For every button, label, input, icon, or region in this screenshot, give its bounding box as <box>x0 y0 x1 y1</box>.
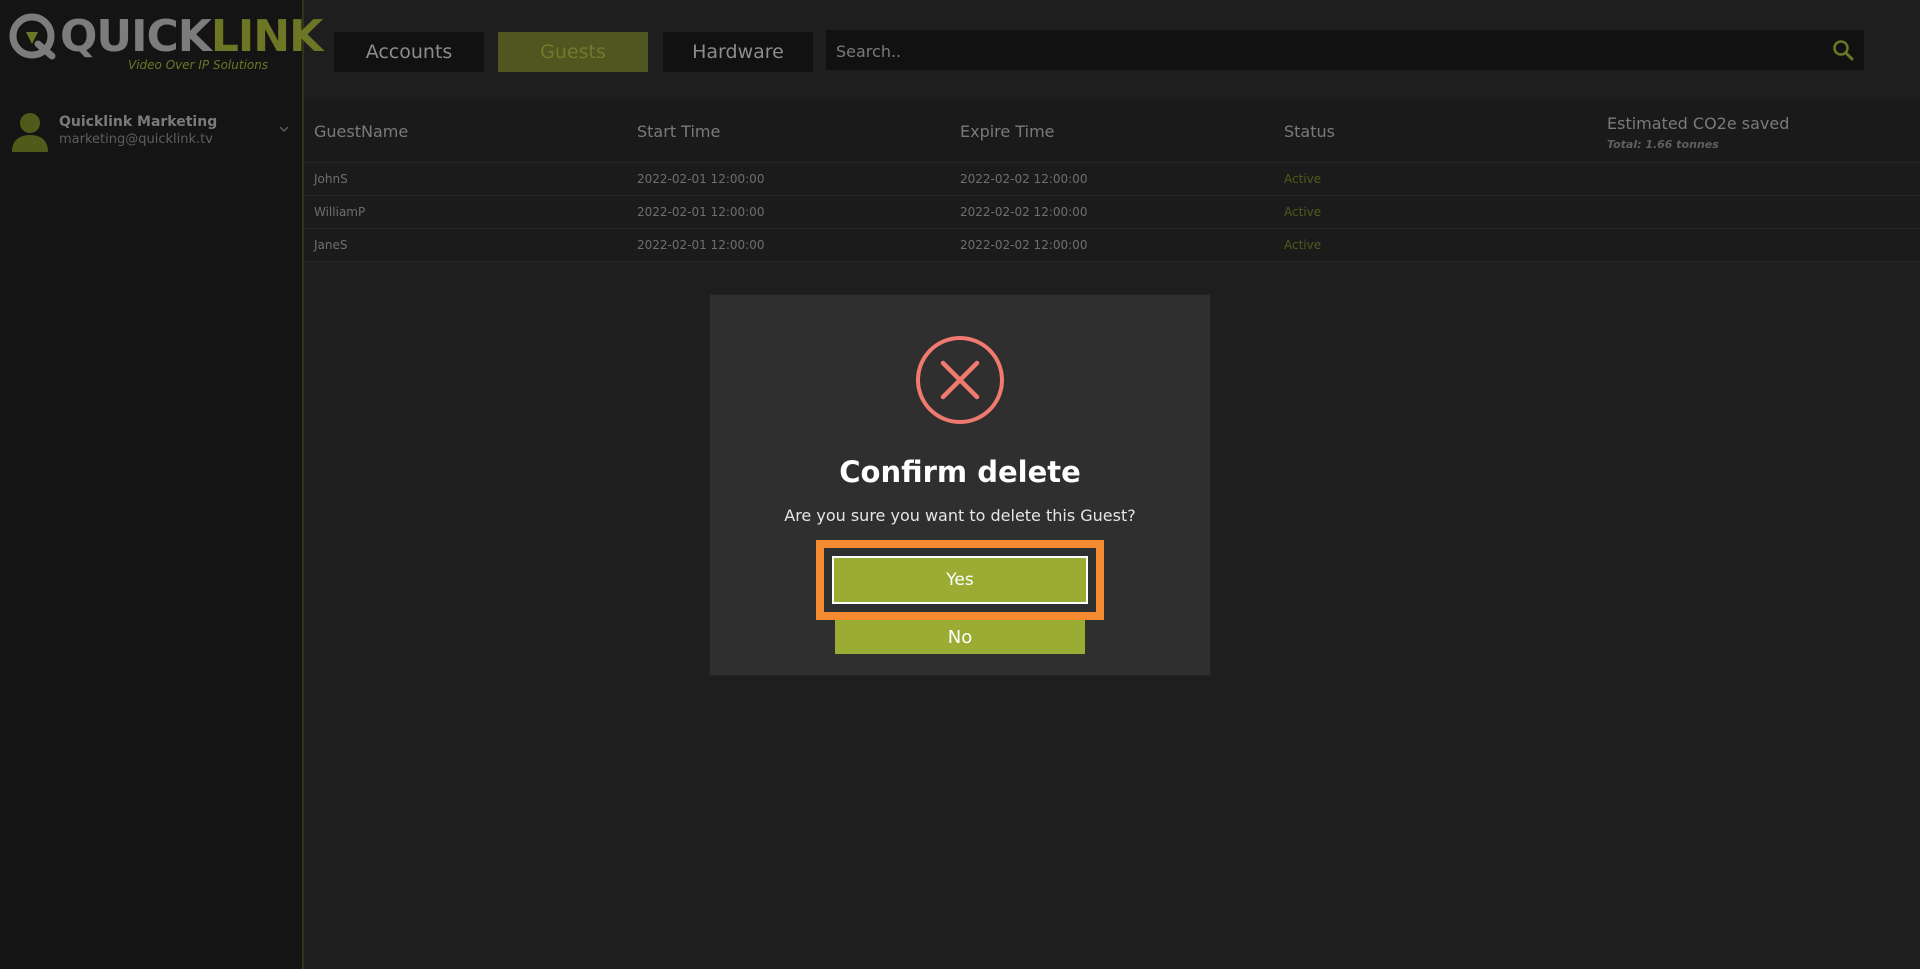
user-avatar-icon <box>12 113 48 152</box>
tab-guests[interactable]: Guests <box>498 32 648 72</box>
logo-word-quick: QUICK <box>60 11 212 62</box>
user-email: marketing@quicklink.tv <box>59 132 213 147</box>
tab-accounts[interactable]: Accounts <box>334 32 484 72</box>
no-button[interactable]: No <box>835 620 1085 654</box>
column-header-expire-time[interactable]: Expire Time <box>960 122 1055 141</box>
guest-name-cell: WilliamP <box>314 205 366 219</box>
yes-button-highlight: Yes <box>816 540 1104 620</box>
guests-table: GuestName Start Time Expire Time Status … <box>304 100 1920 262</box>
logo-word-link: LINK <box>210 11 323 62</box>
table-row[interactable]: JohnS 2022-02-01 12:00:00 2022-02-02 12:… <box>304 163 1920 196</box>
sidebar: QUICKLINK Video Over IP Solutions Quickl… <box>0 0 323 969</box>
column-header-co2[interactable]: Estimated CO2e saved <box>1607 114 1789 133</box>
tab-hardware[interactable]: Hardware <box>663 32 813 72</box>
user-name: Quicklink Marketing <box>59 114 218 130</box>
status-cell: Active <box>1284 238 1322 252</box>
co2-total: Total: 1.66 tonnes <box>1607 138 1719 151</box>
column-header-start-time[interactable]: Start Time <box>637 122 720 141</box>
guest-name-cell: JohnS <box>314 172 348 186</box>
tab-accounts-label: Accounts <box>365 41 453 63</box>
start-time-cell: 2022-02-01 12:00:00 <box>637 172 765 186</box>
search-input[interactable] <box>826 30 1818 72</box>
logo-mark-icon <box>9 13 56 60</box>
yes-button[interactable]: Yes <box>832 556 1088 604</box>
expire-time-cell: 2022-02-02 12:00:00 <box>960 205 1088 219</box>
column-header-status[interactable]: Status <box>1284 122 1335 141</box>
status-cell: Active <box>1284 172 1322 186</box>
tab-hardware-label: Hardware <box>692 41 784 63</box>
expire-time-cell: 2022-02-02 12:00:00 <box>960 238 1088 252</box>
search-icon[interactable] <box>1832 39 1854 61</box>
logo-wordmark: QUICKLINK <box>60 11 323 62</box>
guest-name-cell: JaneS <box>314 238 348 252</box>
confirm-delete-dialog: Confirm delete Are you sure you want to … <box>710 295 1210 675</box>
status-cell: Active <box>1284 205 1322 219</box>
chevron-down-icon[interactable] <box>277 122 291 136</box>
start-time-cell: 2022-02-01 12:00:00 <box>637 238 765 252</box>
dialog-title: Confirm delete <box>839 455 1081 489</box>
user-menu[interactable]: Quicklink Marketing marketing@quicklink.… <box>10 108 290 156</box>
dialog-message: Are you sure you want to delete this Gue… <box>784 506 1136 525</box>
table-row[interactable]: WilliamP 2022-02-01 12:00:00 2022-02-02 … <box>304 196 1920 229</box>
table-header: GuestName Start Time Expire Time Status … <box>304 100 1920 163</box>
close-circle-icon <box>916 336 1004 424</box>
start-time-cell: 2022-02-01 12:00:00 <box>637 205 765 219</box>
logo-tagline: Video Over IP Solutions <box>128 58 269 72</box>
expire-time-cell: 2022-02-02 12:00:00 <box>960 172 1088 186</box>
search-bar <box>826 30 1864 72</box>
tab-guests-label: Guests <box>540 41 606 63</box>
quicklink-logo[interactable]: QUICKLINK Video Over IP Solutions <box>8 8 323 78</box>
table-row[interactable]: JaneS 2022-02-01 12:00:00 2022-02-02 12:… <box>304 229 1920 262</box>
column-header-guestname[interactable]: GuestName <box>314 122 408 141</box>
